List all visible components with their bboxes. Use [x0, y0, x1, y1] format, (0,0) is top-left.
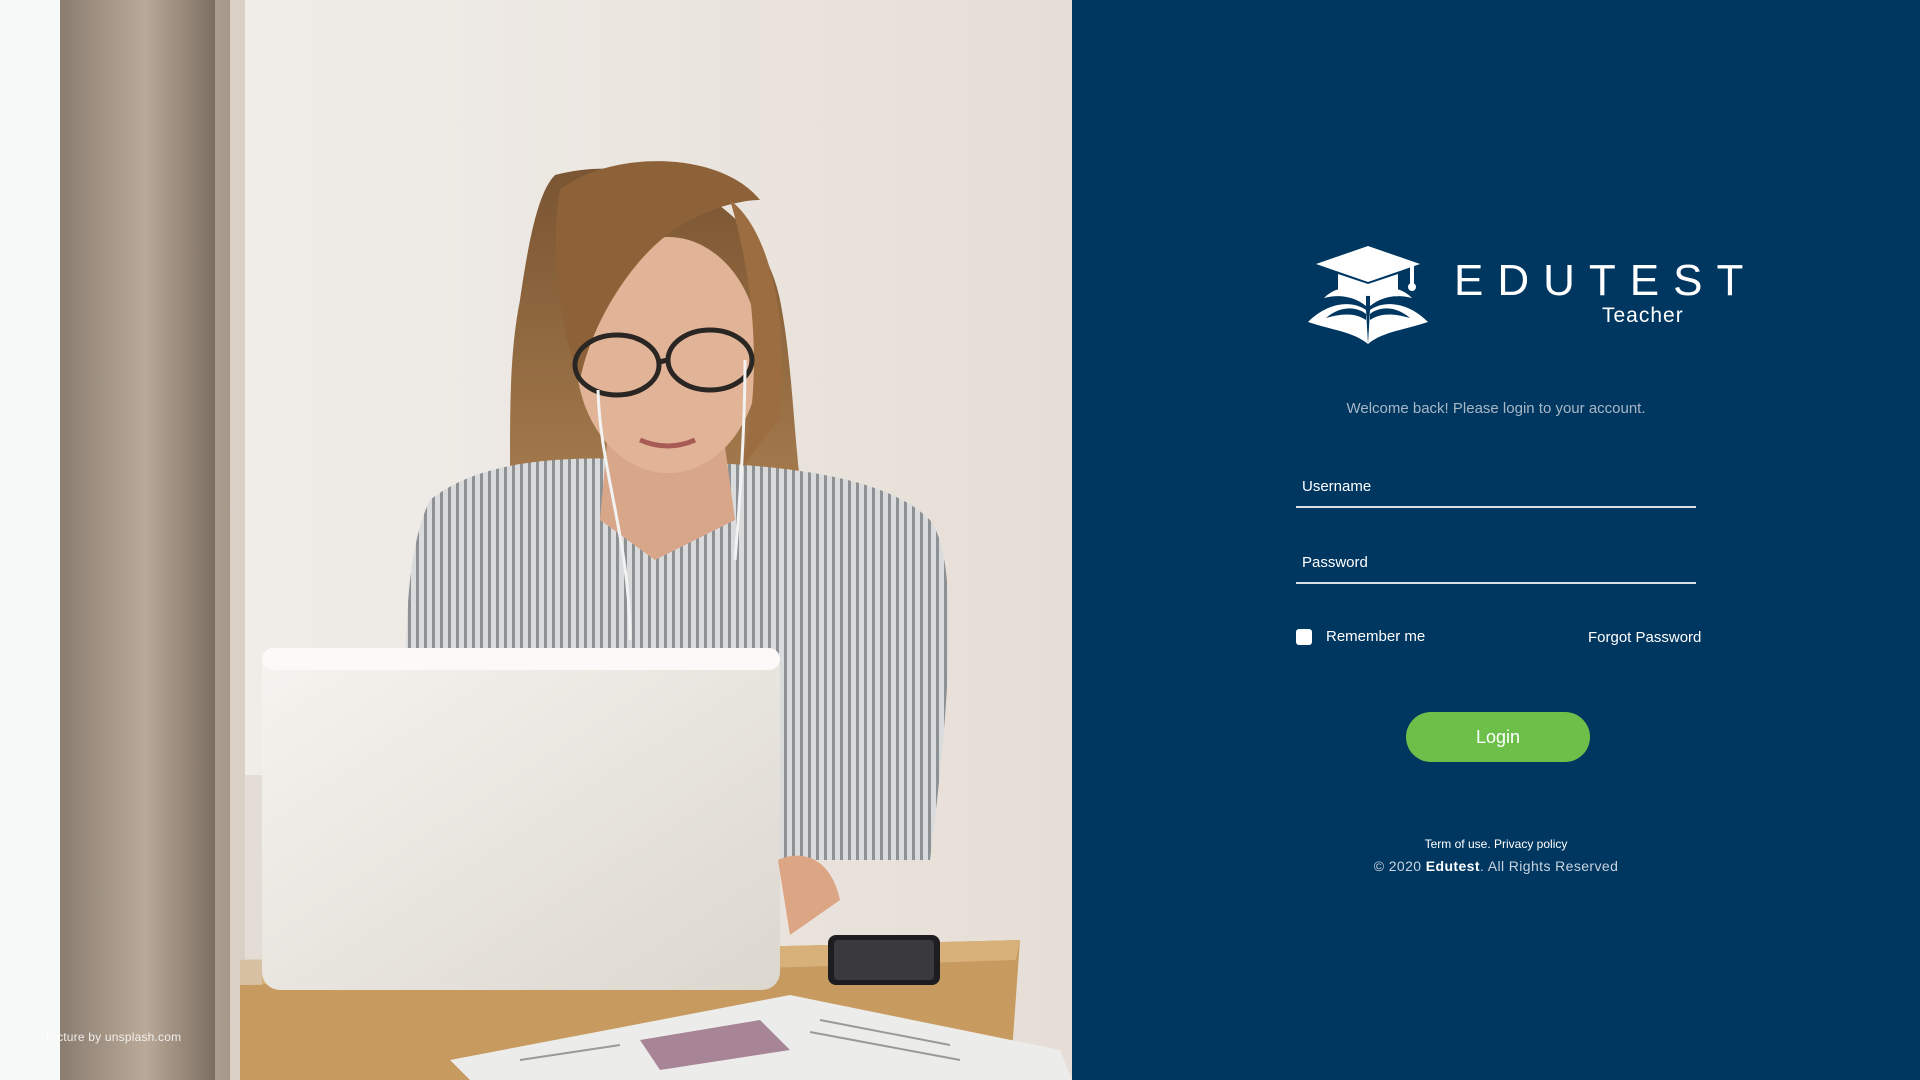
copyright-prefix: © 2020: [1373, 858, 1422, 874]
copyright-suffix: . All Rights Reserved: [1479, 858, 1619, 874]
remember-me-label: Remember me: [1326, 628, 1426, 645]
photo-credit: Picture by unsplash.com: [46, 1030, 182, 1044]
brand-subtitle: Teacher: [1602, 304, 1684, 327]
privacy-link[interactable]: Privacy policy: [1494, 837, 1567, 851]
hero-photo: Picture by unsplash.com: [0, 0, 1072, 1080]
username-field[interactable]: Username: [1296, 470, 1700, 508]
password-input[interactable]: [1296, 546, 1700, 584]
remember-me-toggle[interactable]: Remember me: [1296, 628, 1425, 645]
username-input[interactable]: [1296, 470, 1700, 508]
brand-logo: EDUTEST Teacher: [1304, 240, 1743, 350]
copyright-brand: Edutest: [1425, 858, 1480, 874]
graduation-cap-book-icon: [1308, 246, 1428, 344]
terms-link[interactable]: Term of use.: [1425, 837, 1491, 851]
welcome-message: Welcome back! Please login to your accou…: [1346, 400, 1646, 417]
password-field[interactable]: Password: [1296, 546, 1700, 584]
legal-links: Term of use. Privacy policy: [1072, 837, 1920, 851]
brand-name: EDUTEST: [1454, 256, 1758, 305]
woman-laptop-illustration: [0, 0, 1072, 1080]
login-panel: EDUTEST Teacher Welcome back! Please log…: [1072, 0, 1920, 1080]
forgot-password-link[interactable]: Forgot Password: [1588, 629, 1701, 646]
login-button[interactable]: Login: [1406, 712, 1590, 762]
remember-me-checkbox[interactable]: [1296, 628, 1312, 645]
login-page: Picture by unsplash.com EDUTEST Teacher …: [0, 0, 1920, 1080]
copyright-text: © 2020 Edutest. All Rights Reserved: [1072, 858, 1920, 874]
